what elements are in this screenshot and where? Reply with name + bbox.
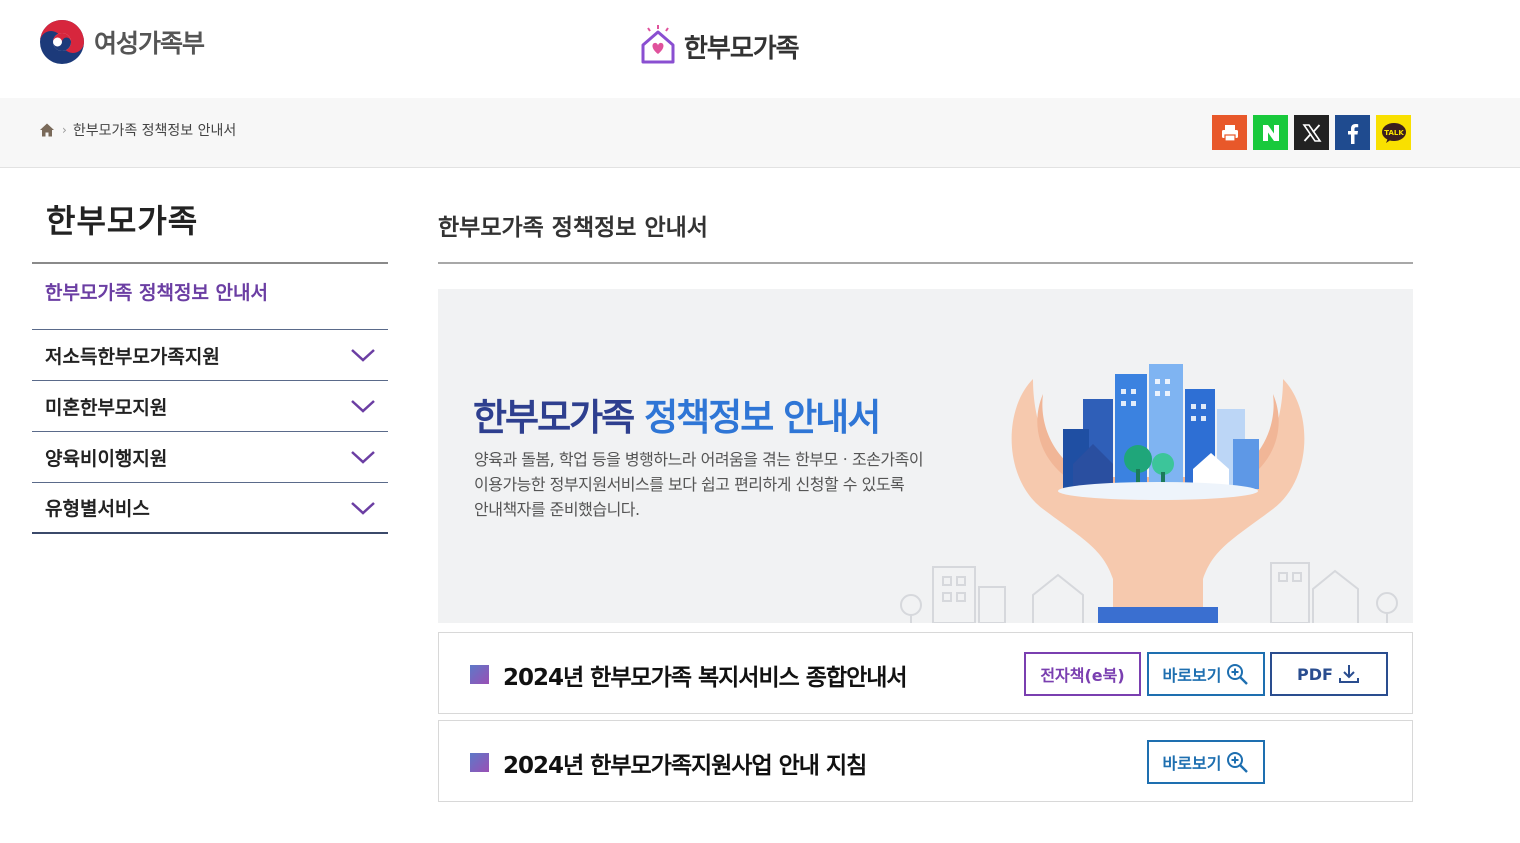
chevron-down-icon	[351, 451, 375, 464]
facebook-share-button[interactable]	[1335, 115, 1370, 150]
breadcrumb: › 한부모가족 정책정보 안내서	[38, 120, 236, 140]
document-title: 2024년 한부모가족 복지서비스 종합안내서	[503, 665, 908, 691]
share-buttons: TALK	[1212, 115, 1411, 150]
kakaotalk-share-button[interactable]: TALK	[1376, 115, 1411, 150]
chevron-down-icon	[351, 501, 375, 515]
breadcrumb-separator-icon: ›	[62, 123, 67, 137]
chevron-down-icon	[351, 400, 375, 413]
zoom-in-icon	[1227, 752, 1249, 773]
print-icon	[1221, 124, 1238, 142]
view-button-label: 바로보기	[1162, 666, 1222, 685]
taegeuk-emblem-icon	[40, 20, 84, 64]
sidebar-menu: 한부모가족 정책정보 안내서 저소득한부모가족지원 미혼한부모지원 양육비이행지…	[32, 264, 388, 534]
hands-holding-city-illustration	[900, 364, 1398, 623]
chevron-down-icon	[351, 349, 375, 362]
house-heart-icon	[641, 25, 675, 64]
x-share-button[interactable]	[1294, 115, 1329, 150]
sidebar-item-services-by-type[interactable]: 유형별서비스	[32, 483, 388, 534]
ebook-button-label: 전자책(e북)	[1040, 666, 1125, 685]
sidebar: 한부모가족 한부모가족 정책정보 안내서 저소득한부모가족지원 미혼한부모지원 …	[32, 196, 388, 534]
document-row: 2024년 한부모가족 복지서비스 종합안내서 전자책(e북) 바로보기 PDF	[438, 632, 1413, 714]
breadcrumb-bar: › 한부모가족 정책정보 안내서 TALK	[0, 98, 1520, 168]
sidebar-item-label: 양육비이행지원	[45, 447, 168, 470]
sidebar-item-label: 한부모가족 정책정보 안내서	[45, 282, 268, 304]
naver-icon	[1262, 124, 1279, 141]
pdf-download-button[interactable]: PDF	[1270, 652, 1388, 696]
view-button[interactable]: 바로보기	[1147, 740, 1265, 784]
banner-title: 한부모가족 정책정보 안내서	[473, 387, 881, 441]
sidebar-item-label: 저소득한부모가족지원	[45, 345, 220, 368]
sidebar-item-child-support[interactable]: 양육비이행지원	[32, 432, 388, 483]
banner-title-part2: 정책정보 안내서	[644, 396, 881, 439]
site-logo[interactable]: 한부모가족	[636, 24, 800, 68]
page-title: 한부모가족 정책정보 안내서	[438, 196, 1413, 264]
gov-name: 여성가족부	[94, 29, 205, 58]
sidebar-item-unmarried[interactable]: 미혼한부모지원	[32, 381, 388, 432]
gov-logo[interactable]: 여성가족부	[38, 18, 205, 66]
breadcrumb-current[interactable]: 한부모가족 정책정보 안내서	[73, 120, 236, 140]
kakaotalk-label: TALK	[1384, 129, 1404, 137]
sidebar-item-low-income[interactable]: 저소득한부모가족지원	[32, 330, 388, 381]
site-header: 여성가족부 한부모가족	[0, 0, 1520, 98]
view-button-label: 바로보기	[1162, 754, 1222, 773]
bullet-square-icon	[470, 665, 489, 684]
ebook-button[interactable]: 전자책(e북)	[1024, 652, 1141, 696]
zoom-in-icon	[1227, 664, 1249, 685]
sidebar-item-label: 유형별서비스	[45, 498, 150, 520]
banner-title-part1: 한부모가족	[473, 396, 645, 439]
pdf-button-label: PDF	[1297, 664, 1333, 684]
site-name: 한부모가족	[684, 33, 800, 64]
sidebar-item-label: 미혼한부모지원	[45, 396, 168, 419]
bullet-square-icon	[470, 753, 489, 772]
facebook-icon	[1347, 123, 1358, 144]
document-title: 2024년 한부모가족지원사업 안내 지침	[503, 753, 867, 779]
document-row: 2024년 한부모가족지원사업 안내 지침 바로보기	[438, 720, 1413, 802]
naver-share-button[interactable]	[1253, 115, 1288, 150]
home-icon[interactable]	[38, 121, 56, 139]
kakaotalk-icon: TALK	[1381, 122, 1406, 143]
x-icon	[1301, 123, 1322, 142]
policy-guide-banner: 한부모가족 정책정보 안내서 양육과 돌봄, 학업 등을 병행하느라 어려움을 …	[438, 289, 1413, 623]
main-content: 한부모가족 정책정보 안내서 한부모가족 정책정보 안내서 양육과 돌봄, 학업…	[438, 196, 1413, 802]
download-icon	[1338, 665, 1359, 683]
view-button[interactable]: 바로보기	[1147, 652, 1265, 696]
print-button[interactable]	[1212, 115, 1247, 150]
sidebar-item-policy-guide[interactable]: 한부모가족 정책정보 안내서	[32, 264, 388, 330]
sidebar-title: 한부모가족	[32, 196, 388, 264]
